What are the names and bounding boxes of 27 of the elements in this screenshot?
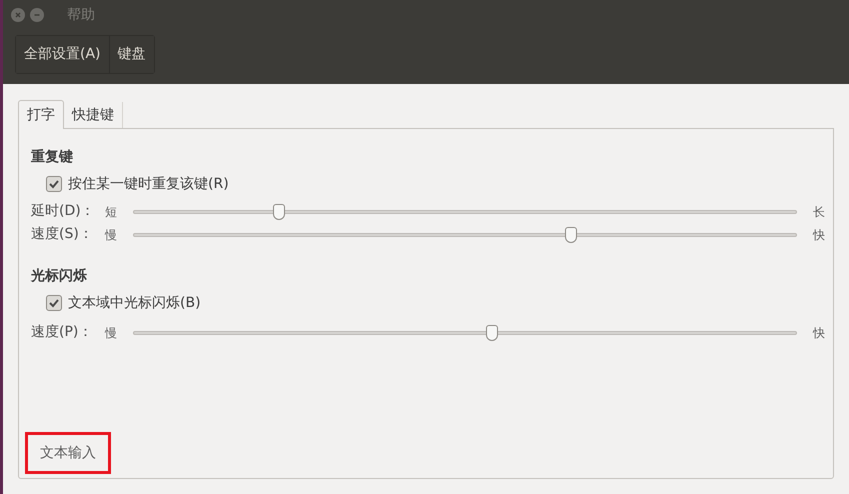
- tab[interactable]: 快捷键: [64, 102, 123, 128]
- checkbox-label[interactable]: 按住某一键时重复该键(R): [68, 174, 229, 194]
- checkmark-icon: [48, 178, 60, 190]
- slider-max-label: 快: [812, 226, 825, 244]
- minimize-icon[interactable]: [30, 8, 44, 22]
- close-icon[interactable]: [11, 8, 25, 22]
- window-title: 帮助: [67, 6, 95, 24]
- section-heading: 光标闪烁: [30, 267, 88, 286]
- slider-label: 延时(D)：: [30, 202, 96, 221]
- checkbox-label[interactable]: 文本域中光标闪烁(B): [68, 292, 201, 314]
- breadcrumb-button[interactable]: 键盘: [108, 36, 154, 73]
- slider-max-label: 长: [812, 204, 825, 220]
- slider-min-label: 慢: [105, 324, 118, 342]
- text-input-button[interactable]: 文本输入: [25, 432, 111, 474]
- checkbox[interactable]: [46, 176, 62, 192]
- checkmark-icon: [48, 297, 60, 309]
- checkbox[interactable]: [46, 295, 62, 311]
- slider-thumb[interactable]: [273, 204, 286, 220]
- slider-max-label: 快: [812, 324, 825, 342]
- tab[interactable]: 打字: [18, 100, 64, 129]
- slider-min-label: 短: [105, 204, 118, 220]
- slider-thumb[interactable]: [486, 324, 498, 340]
- slider-label: 速度(S)：: [30, 225, 94, 244]
- section-heading: 重复键: [30, 148, 74, 167]
- slider-thumb[interactable]: [565, 226, 578, 242]
- slider-min-label: 慢: [105, 226, 118, 244]
- slider-label: 速度(P)：: [30, 323, 94, 342]
